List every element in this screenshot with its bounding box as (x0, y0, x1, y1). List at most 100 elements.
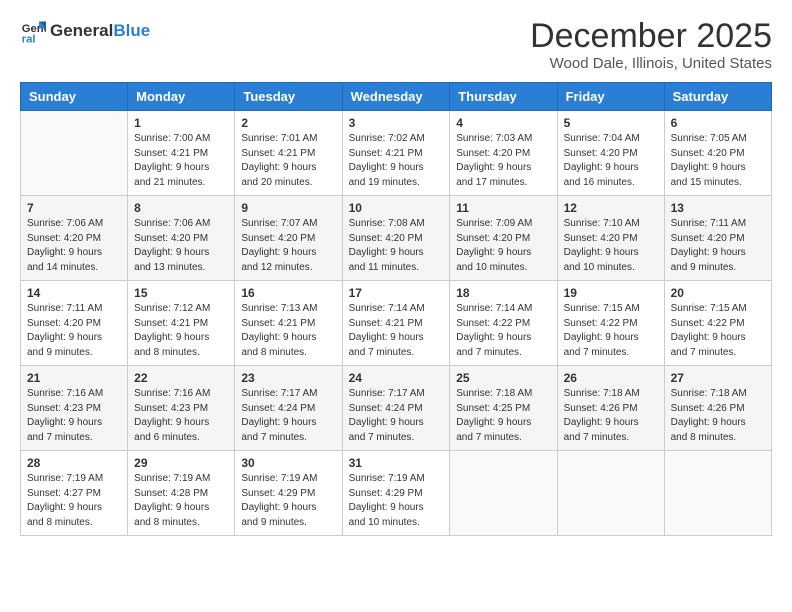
day-info: Sunrise: 7:18 AM Sunset: 4:26 PM Dayligh… (564, 387, 658, 445)
calendar-cell: 9Sunrise: 7:07 AM Sunset: 4:20 PM Daylig… (235, 196, 342, 281)
day-number: 14 (27, 286, 121, 300)
day-number: 27 (671, 371, 765, 385)
day-number: 23 (241, 371, 335, 385)
day-info: Sunrise: 7:18 AM Sunset: 4:26 PM Dayligh… (671, 387, 765, 445)
day-number: 22 (134, 371, 228, 385)
day-info: Sunrise: 7:07 AM Sunset: 4:20 PM Dayligh… (241, 217, 335, 275)
calendar-cell: 16Sunrise: 7:13 AM Sunset: 4:21 PM Dayli… (235, 281, 342, 366)
logo-blue-text: Blue (113, 21, 150, 41)
title-area: December 2025 Wood Dale, Illinois, Unite… (530, 18, 772, 72)
weekday-header-row: SundayMondayTuesdayWednesdayThursdayFrid… (21, 83, 772, 111)
day-info: Sunrise: 7:11 AM Sunset: 4:20 PM Dayligh… (671, 217, 765, 275)
day-info: Sunrise: 7:19 AM Sunset: 4:27 PM Dayligh… (27, 472, 121, 530)
weekday-header-thursday: Thursday (450, 83, 557, 111)
week-row-5: 28 Sunrise: 7:19 AM Sunset: 4:27 PM Dayli… (21, 451, 772, 536)
calendar-cell: 20Sunrise: 7:15 AM Sunset: 4:22 PM Dayli… (664, 281, 771, 366)
day-number: 1 (134, 116, 228, 130)
day-number: 18 (456, 286, 550, 300)
day-info: Sunrise: 7:05 AM Sunset: 4:20 PM Dayligh… (671, 132, 765, 190)
day-number: 12 (564, 201, 658, 215)
day-info: Sunrise: 7:04 AM Sunset: 4:20 PM Dayligh… (564, 132, 658, 190)
calendar-cell: 5 Sunrise: 7:04 AM Sunset: 4:20 PM Daylig… (557, 111, 664, 196)
calendar-cell: 14 Sunrise: 7:11 AM Sunset: 4:20 PM Dayli… (21, 281, 128, 366)
day-number: 24 (349, 371, 444, 385)
weekday-header-saturday: Saturday (664, 83, 771, 111)
day-info: Sunrise: 7:17 AM Sunset: 4:24 PM Dayligh… (349, 387, 444, 445)
day-info: Sunrise: 7:03 AM Sunset: 4:20 PM Dayligh… (456, 132, 550, 190)
weekday-header-wednesday: Wednesday (342, 83, 450, 111)
calendar-cell: 1Sunrise: 7:00 AM Sunset: 4:21 PM Daylig… (128, 111, 235, 196)
day-number: 13 (671, 201, 765, 215)
day-info: Sunrise: 7:18 AM Sunset: 4:25 PM Dayligh… (456, 387, 550, 445)
day-info: Sunrise: 7:16 AM Sunset: 4:23 PM Dayligh… (27, 387, 121, 445)
calendar-cell: 3Sunrise: 7:02 AM Sunset: 4:21 PM Daylig… (342, 111, 450, 196)
day-info: Sunrise: 7:16 AM Sunset: 4:23 PM Dayligh… (134, 387, 228, 445)
week-row-2: 7 Sunrise: 7:06 AM Sunset: 4:20 PM Daylig… (21, 196, 772, 281)
day-number: 17 (349, 286, 444, 300)
day-number: 10 (349, 201, 444, 215)
day-info: Sunrise: 7:11 AM Sunset: 4:20 PM Dayligh… (27, 302, 121, 360)
day-number: 29 (134, 456, 228, 470)
calendar-cell (557, 451, 664, 536)
calendar-cell: 8 Sunrise: 7:06 AM Sunset: 4:20 PM Daylig… (128, 196, 235, 281)
weekday-header-friday: Friday (557, 83, 664, 111)
calendar-cell: 28 Sunrise: 7:19 AM Sunset: 4:27 PM Dayli… (21, 451, 128, 536)
calendar-cell: 4 Sunrise: 7:03 AM Sunset: 4:20 PM Daylig… (450, 111, 557, 196)
calendar-cell (664, 451, 771, 536)
calendar-cell: 15 Sunrise: 7:12 AM Sunset: 4:21 PM Dayli… (128, 281, 235, 366)
location-title: Wood Dale, Illinois, United States (530, 55, 772, 72)
day-number: 7 (27, 201, 121, 215)
calendar-cell: 30 Sunrise: 7:19 AM Sunset: 4:29 PM Dayli… (235, 451, 342, 536)
day-number: 30 (241, 456, 335, 470)
day-info: Sunrise: 7:12 AM Sunset: 4:21 PM Dayligh… (134, 302, 228, 360)
day-info: Sunrise: 7:17 AM Sunset: 4:24 PM Dayligh… (241, 387, 335, 445)
day-number: 31 (349, 456, 444, 470)
calendar-cell: 7 Sunrise: 7:06 AM Sunset: 4:20 PM Daylig… (21, 196, 128, 281)
calendar-cell: 22 Sunrise: 7:16 AM Sunset: 4:23 PM Dayli… (128, 366, 235, 451)
calendar-cell: 19Sunrise: 7:15 AM Sunset: 4:22 PM Dayli… (557, 281, 664, 366)
calendar-cell: 2Sunrise: 7:01 AM Sunset: 4:21 PM Daylig… (235, 111, 342, 196)
day-info: Sunrise: 7:19 AM Sunset: 4:29 PM Dayligh… (349, 472, 444, 530)
calendar-cell (21, 111, 128, 196)
weekday-header-tuesday: Tuesday (235, 83, 342, 111)
calendar-cell: 21 Sunrise: 7:16 AM Sunset: 4:23 PM Dayli… (21, 366, 128, 451)
calendar-cell: 11Sunrise: 7:09 AM Sunset: 4:20 PM Dayli… (450, 196, 557, 281)
header: Gene ral General Blue December 2025 Wood… (20, 18, 772, 72)
day-info: Sunrise: 7:06 AM Sunset: 4:20 PM Dayligh… (134, 217, 228, 275)
day-number: 6 (671, 116, 765, 130)
day-number: 2 (241, 116, 335, 130)
calendar-cell: 29 Sunrise: 7:19 AM Sunset: 4:28 PM Dayli… (128, 451, 235, 536)
day-info: Sunrise: 7:15 AM Sunset: 4:22 PM Dayligh… (564, 302, 658, 360)
calendar-cell: 31 Sunrise: 7:19 AM Sunset: 4:29 PM Dayli… (342, 451, 450, 536)
logo: Gene ral General Blue (20, 18, 150, 44)
day-info: Sunrise: 7:14 AM Sunset: 4:22 PM Dayligh… (456, 302, 550, 360)
day-number: 15 (134, 286, 228, 300)
day-info: Sunrise: 7:13 AM Sunset: 4:21 PM Dayligh… (241, 302, 335, 360)
month-title: December 2025 (530, 18, 772, 55)
calendar-cell: 17 Sunrise: 7:14 AM Sunset: 4:21 PM Dayli… (342, 281, 450, 366)
day-number: 8 (134, 201, 228, 215)
weekday-header-monday: Monday (128, 83, 235, 111)
day-info: Sunrise: 7:02 AM Sunset: 4:21 PM Dayligh… (349, 132, 444, 190)
day-number: 5 (564, 116, 658, 130)
day-info: Sunrise: 7:15 AM Sunset: 4:22 PM Dayligh… (671, 302, 765, 360)
day-number: 11 (456, 201, 550, 215)
day-info: Sunrise: 7:19 AM Sunset: 4:29 PM Dayligh… (241, 472, 335, 530)
calendar-cell: 13 Sunrise: 7:11 AM Sunset: 4:20 PM Dayli… (664, 196, 771, 281)
day-info: Sunrise: 7:19 AM Sunset: 4:28 PM Dayligh… (134, 472, 228, 530)
calendar-cell: 27 Sunrise: 7:18 AM Sunset: 4:26 PM Dayli… (664, 366, 771, 451)
day-number: 25 (456, 371, 550, 385)
week-row-4: 21 Sunrise: 7:16 AM Sunset: 4:23 PM Dayli… (21, 366, 772, 451)
logo-general-text: General (50, 21, 113, 41)
calendar-cell (450, 451, 557, 536)
day-number: 4 (456, 116, 550, 130)
calendar-cell: 25 Sunrise: 7:18 AM Sunset: 4:25 PM Dayli… (450, 366, 557, 451)
week-row-1: 1Sunrise: 7:00 AM Sunset: 4:21 PM Daylig… (21, 111, 772, 196)
svg-text:ral: ral (22, 33, 36, 44)
day-info: Sunrise: 7:06 AM Sunset: 4:20 PM Dayligh… (27, 217, 121, 275)
calendar-cell: 6 Sunrise: 7:05 AM Sunset: 4:20 PM Daylig… (664, 111, 771, 196)
calendar-table: SundayMondayTuesdayWednesdayThursdayFrid… (20, 82, 772, 536)
day-number: 21 (27, 371, 121, 385)
day-number: 28 (27, 456, 121, 470)
day-info: Sunrise: 7:14 AM Sunset: 4:21 PM Dayligh… (349, 302, 444, 360)
